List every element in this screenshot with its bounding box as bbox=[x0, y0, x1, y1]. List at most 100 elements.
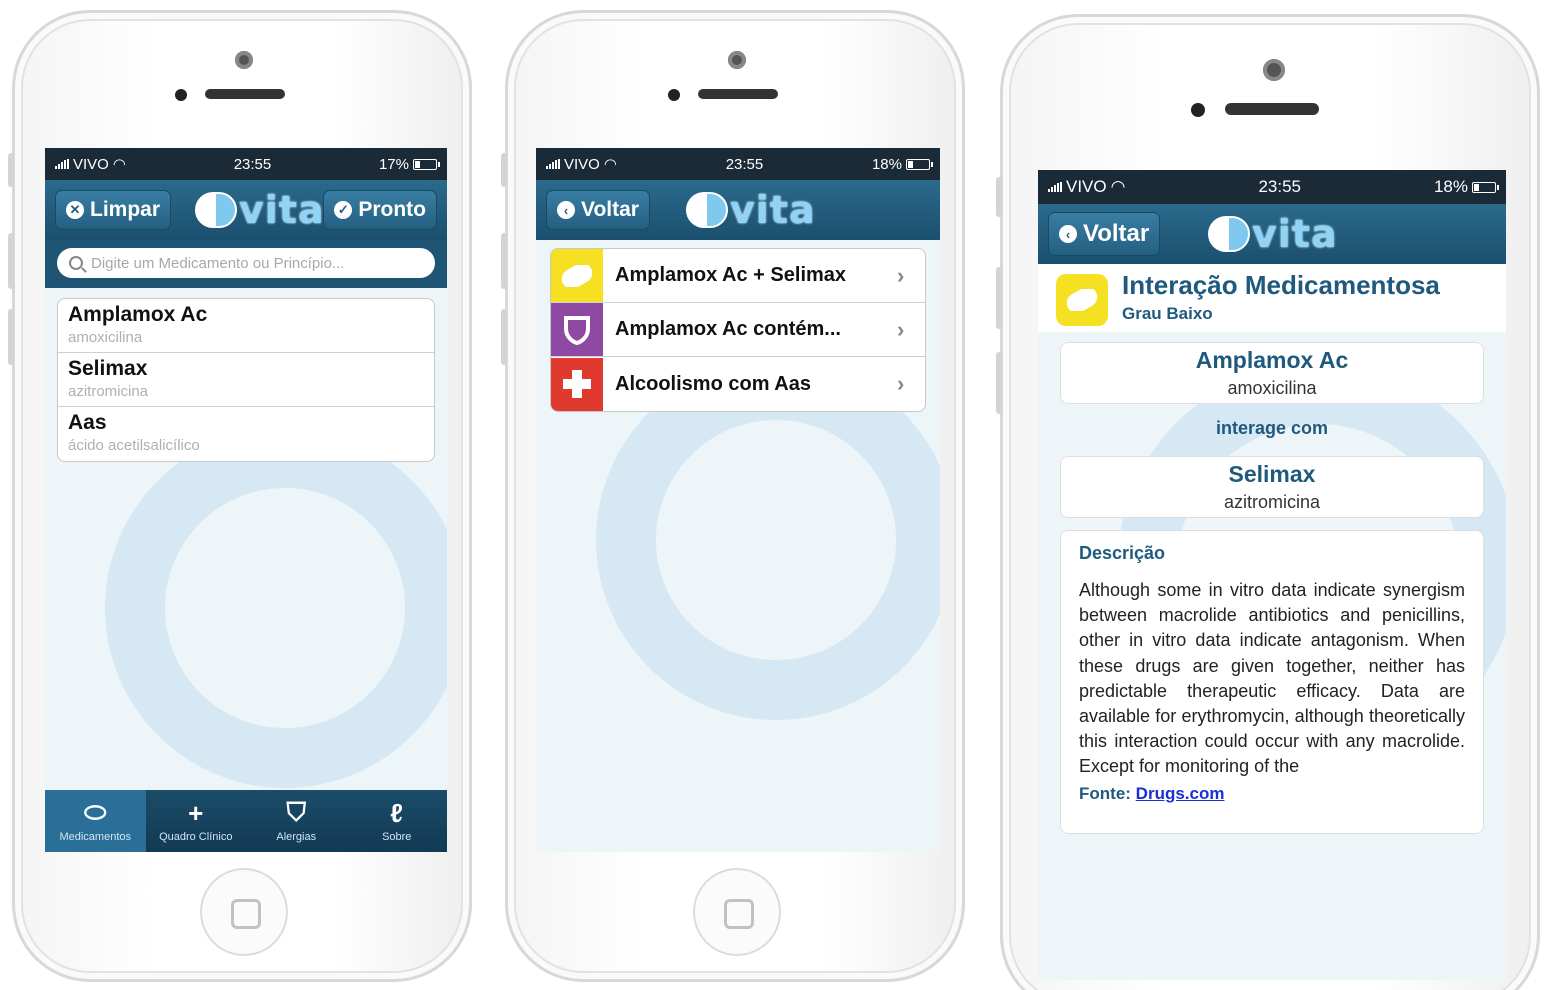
drug-name: Selimax bbox=[1228, 461, 1316, 487]
tab-label: Alergias bbox=[276, 831, 317, 843]
side-button bbox=[501, 153, 507, 187]
list-item[interactable]: Amplamox Ac amoxicilina bbox=[58, 299, 434, 353]
home-button[interactable] bbox=[693, 868, 781, 956]
done-button-label: Pronto bbox=[358, 198, 426, 221]
screen-search: VIVO ◠ 23:55 17% ✕ Limpar vita ✓ Pronto Dig… bbox=[45, 148, 447, 852]
item-generic: ácido acetilsalicílico bbox=[68, 437, 200, 454]
pill-logo-icon bbox=[195, 192, 237, 228]
done-button[interactable]: ✓ Pronto bbox=[323, 190, 437, 230]
signal-icon bbox=[546, 159, 560, 169]
tab-quadro-clinico[interactable]: + Quadro Clínico bbox=[146, 790, 247, 852]
severity-label: Grau Baixo bbox=[1122, 304, 1213, 323]
interaction-label: Alcoolismo com Aas bbox=[615, 372, 811, 395]
battery-icon bbox=[413, 159, 440, 171]
tab-medicamentos[interactable]: ⬭ Medicamentos bbox=[45, 790, 146, 852]
status-time: 23:55 bbox=[1258, 177, 1301, 196]
battery-percent: 18% bbox=[871, 155, 902, 173]
side-button bbox=[8, 233, 14, 289]
signal-icon bbox=[55, 159, 69, 169]
interaction-label: Amplamox Ac contém... bbox=[615, 318, 841, 340]
clear-button-label: Limpar bbox=[90, 198, 161, 221]
side-button bbox=[996, 267, 1002, 329]
description-card: Descrição Although some in vitro data in… bbox=[1060, 530, 1484, 834]
back-button-label: Voltar bbox=[1083, 220, 1150, 247]
drug-generic: amoxicilina bbox=[1227, 378, 1317, 398]
front-camera bbox=[235, 51, 253, 69]
status-bar: VIVO ◠ 23:55 18% bbox=[1038, 170, 1506, 204]
tab-sobre[interactable]: ℓ Sobre bbox=[347, 790, 448, 852]
list-item[interactable]: Selimax azitromicina bbox=[58, 353, 434, 407]
source-line: Fonte: Drugs.com bbox=[1079, 784, 1465, 804]
phone-frame-3: VIVO ◠ 23:55 18% ‹ Voltar vita Interação M… bbox=[996, 14, 1540, 990]
watermark-logo bbox=[596, 360, 940, 720]
source-label: Fonte: bbox=[1079, 783, 1131, 803]
description-text: Although some in vitro data indicate syn… bbox=[1079, 580, 1465, 777]
pill-icon bbox=[551, 249, 603, 302]
medication-list: Amplamox Ac amoxicilina Selimax azitromici… bbox=[57, 298, 435, 462]
battery-percent: 17% bbox=[378, 155, 409, 173]
interaction-connector: interage com bbox=[1215, 418, 1329, 438]
drug-card-1: Amplamox Ac amoxicilina bbox=[1060, 342, 1484, 404]
chevron-right-icon: › bbox=[897, 371, 905, 396]
battery-icon bbox=[906, 159, 933, 171]
status-bar: VIVO ◠ 23:55 18% bbox=[536, 148, 940, 180]
interaction-row[interactable]: Alcoolismo com Aas › bbox=[551, 357, 925, 411]
pill-icon: ⬭ bbox=[84, 797, 107, 827]
clear-button[interactable]: ✕ Limpar bbox=[55, 190, 172, 230]
back-arrow-icon: ‹ bbox=[1059, 225, 1077, 243]
search-input[interactable]: Digite um Medicamento ou Princípio... bbox=[57, 248, 435, 278]
item-generic: amoxicilina bbox=[68, 329, 143, 346]
back-arrow-icon: ‹ bbox=[557, 201, 575, 219]
logo-text: vita bbox=[1252, 212, 1338, 256]
back-button[interactable]: ‹ Voltar bbox=[546, 190, 650, 230]
sensor-dot bbox=[175, 89, 187, 101]
tab-label: Quadro Clínico bbox=[159, 831, 233, 843]
list-item[interactable]: Aas ácido acetilsalicílico bbox=[58, 407, 434, 461]
drug-card-2: Selimax azitromicina bbox=[1060, 456, 1484, 518]
signal-icon bbox=[1048, 182, 1062, 192]
carrier-name: VIVO bbox=[73, 155, 109, 173]
back-button-label: Voltar bbox=[581, 198, 639, 221]
status-bar: VIVO ◠ 23:55 17% bbox=[45, 148, 447, 180]
battery-percent: 18% bbox=[1433, 177, 1468, 196]
side-button bbox=[8, 153, 14, 187]
logo-icon: ℓ bbox=[390, 797, 404, 828]
search-placeholder: Digite um Medicamento ou Princípio... bbox=[91, 254, 345, 272]
source-link[interactable]: Drugs.com bbox=[1136, 784, 1225, 803]
chevron-right-icon: › bbox=[897, 316, 905, 342]
home-button[interactable] bbox=[200, 868, 288, 956]
wifi-icon: ◠ bbox=[1110, 177, 1126, 196]
interaction-row[interactable]: Amplamox Ac + Selimax › bbox=[551, 249, 925, 303]
screen-interaction-detail: VIVO ◠ 23:55 18% ‹ Voltar vita Interação M… bbox=[1038, 170, 1506, 980]
item-name: Amplamox Ac bbox=[68, 303, 208, 326]
screen-interactions: VIVO ◠ 23:55 18% ‹ Voltar vita Amplamox Ac… bbox=[536, 148, 940, 852]
pill-logo-icon bbox=[686, 192, 728, 228]
tab-alergias[interactable]: ⛉ Alergias bbox=[246, 790, 347, 852]
chevron-right-icon: › bbox=[897, 262, 905, 288]
page-title: Interação Medicamentosa bbox=[1122, 270, 1440, 300]
interaction-row[interactable]: Amplamox Ac contém... › bbox=[551, 303, 925, 357]
carrier-name: VIVO bbox=[1066, 177, 1107, 196]
app-logo: vita bbox=[195, 186, 325, 234]
drug-name: Amplamox Ac bbox=[1195, 347, 1349, 373]
interaction-list: Amplamox Ac + Selimax › Amplamox Ac cont… bbox=[550, 248, 926, 412]
back-button[interactable]: ‹ Voltar bbox=[1048, 212, 1161, 256]
logo-text: vita bbox=[239, 188, 325, 232]
navigation-bar: ✕ Limpar vita ✓ Pronto bbox=[45, 180, 447, 240]
side-button bbox=[996, 352, 1002, 414]
shield-icon: ⛉ bbox=[286, 797, 306, 827]
app-logo: vita bbox=[1208, 210, 1338, 258]
pill-logo-icon bbox=[1208, 216, 1250, 252]
shield-icon bbox=[551, 303, 603, 356]
wifi-icon: ◠ bbox=[112, 156, 126, 173]
plus-icon: + bbox=[188, 797, 204, 828]
earpiece-speaker bbox=[1225, 103, 1319, 115]
status-time: 23:55 bbox=[725, 155, 764, 173]
logo-text: vita bbox=[730, 188, 816, 232]
carrier-name: VIVO bbox=[564, 155, 600, 173]
earpiece-speaker bbox=[698, 89, 778, 99]
side-button bbox=[501, 309, 507, 365]
search-bar: Digite um Medicamento ou Princípio... bbox=[45, 240, 447, 288]
description-title: Descrição bbox=[1079, 543, 1166, 563]
item-name: Aas bbox=[68, 411, 107, 434]
